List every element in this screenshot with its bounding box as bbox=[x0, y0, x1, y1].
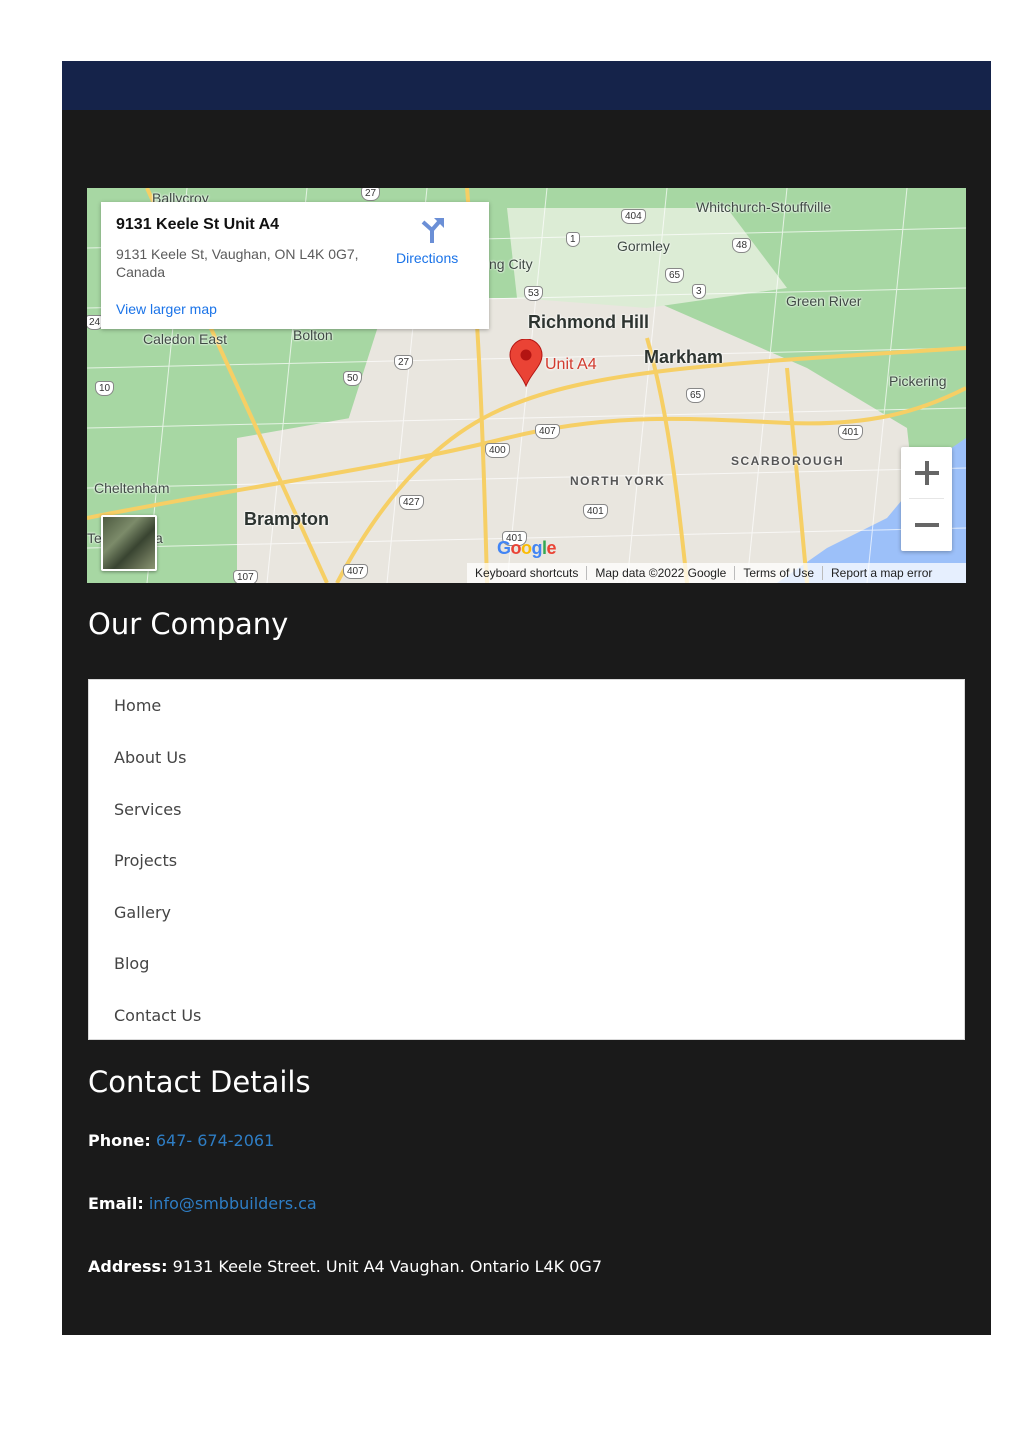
highway-shield: 50 bbox=[343, 371, 363, 386]
satellite-toggle-thumbnail[interactable] bbox=[101, 515, 157, 571]
address-value: 9131 Keele Street. Unit A4 Vaughan. Onta… bbox=[172, 1257, 602, 1276]
place-caledon-east: Caledon East bbox=[143, 331, 228, 347]
map-data-credit: Map data ©2022 Google bbox=[587, 566, 736, 580]
place-pickering: Pickering bbox=[889, 373, 947, 389]
place-gormley: Gormley bbox=[617, 238, 670, 254]
highway-shield: 27 bbox=[394, 355, 414, 370]
place-north-york: NORTH YORK bbox=[570, 474, 666, 488]
directions-icon[interactable] bbox=[418, 216, 446, 244]
nav-item-about-us[interactable]: About Us bbox=[114, 748, 186, 767]
place-king-city: ng City bbox=[489, 256, 533, 272]
google-logo: Google bbox=[497, 538, 557, 558]
place-te: Te bbox=[87, 530, 102, 546]
highway-shield: 401 bbox=[583, 504, 608, 519]
email-detail: Email: info@smbbuilders.ca bbox=[88, 1194, 317, 1213]
address-label: Address: bbox=[88, 1257, 168, 1276]
map-marker-label: Unit A4 bbox=[545, 356, 597, 373]
phone-detail: Phone: 647- 674-2061 bbox=[88, 1131, 274, 1150]
place-brampton: Brampton bbox=[244, 509, 329, 529]
place-richmond-hill: Richmond Hill bbox=[528, 312, 649, 332]
phone-link[interactable]: 647- 674-2061 bbox=[156, 1131, 274, 1150]
highway-shield: 10 bbox=[95, 381, 115, 396]
email-label: Email: bbox=[88, 1194, 144, 1213]
view-larger-map-link[interactable]: View larger map bbox=[116, 301, 217, 317]
map-embed[interactable]: Ballycroy Whitchurch-Stouffville Gormley… bbox=[87, 188, 966, 583]
nav-item-projects[interactable]: Projects bbox=[114, 851, 177, 870]
highway-shield: 107 bbox=[233, 570, 258, 583]
company-nav-menu: Home About Us Services Projects Gallery … bbox=[88, 679, 965, 1040]
place-bolton: Bolton bbox=[293, 327, 333, 343]
nav-item-gallery[interactable]: Gallery bbox=[114, 903, 171, 922]
keyboard-shortcuts-link[interactable]: Keyboard shortcuts bbox=[467, 566, 588, 580]
phone-label: Phone: bbox=[88, 1131, 151, 1150]
map-place-address: 9131 Keele St, Vaughan, ON L4K 0G7, Cana… bbox=[116, 246, 359, 280]
terms-of-use-link[interactable]: Terms of Use bbox=[735, 566, 824, 580]
map-info-card: 9131 Keele St Unit A4 9131 Keele St, Vau… bbox=[101, 202, 489, 329]
nav-item-contact-us[interactable]: Contact Us bbox=[114, 1006, 201, 1025]
zoom-controls bbox=[901, 447, 952, 551]
nav-item-blog[interactable]: Blog bbox=[114, 954, 149, 973]
contact-details-heading: Contact Details bbox=[88, 1065, 311, 1099]
highway-shield: 65 bbox=[686, 388, 706, 403]
highway-shield: 48 bbox=[732, 238, 752, 253]
map-attribution-bar: Keyboard shortcuts Map data ©2022 Google… bbox=[467, 563, 966, 583]
highway-shield: 400 bbox=[485, 443, 510, 458]
email-link[interactable]: info@smbbuilders.ca bbox=[149, 1194, 317, 1213]
our-company-heading: Our Company bbox=[88, 607, 289, 641]
highway-shield: 407 bbox=[535, 424, 560, 439]
place-scarborough: SCARBOROUGH bbox=[731, 454, 845, 468]
zoom-out-button[interactable] bbox=[901, 499, 952, 551]
footer-section: Ballycroy Whitchurch-Stouffville Gormley… bbox=[62, 61, 991, 1335]
map-place-title: 9131 Keele St Unit A4 bbox=[116, 216, 280, 233]
highway-shield: 407 bbox=[343, 564, 368, 579]
place-cheltenham: Cheltenham bbox=[94, 480, 170, 496]
highway-shield: 53 bbox=[524, 286, 544, 301]
place-markham: Markham bbox=[644, 347, 724, 367]
place-whitchurch: Whitchurch-Stouffville bbox=[696, 199, 832, 215]
top-bar bbox=[62, 61, 991, 110]
zoom-in-button[interactable] bbox=[901, 447, 952, 499]
nav-item-services[interactable]: Services bbox=[114, 800, 181, 819]
highway-shield: 1 bbox=[566, 232, 580, 247]
highway-shield: 404 bbox=[621, 209, 646, 224]
directions-link[interactable]: Directions bbox=[396, 250, 458, 266]
highway-shield: 427 bbox=[399, 495, 424, 510]
report-map-error-link[interactable]: Report a map error bbox=[823, 566, 940, 580]
address-detail: Address: 9131 Keele Street. Unit A4 Vaug… bbox=[88, 1257, 602, 1276]
map-marker-icon[interactable] bbox=[509, 339, 543, 387]
highway-shield: 3 bbox=[692, 284, 706, 299]
place-green-river: Green River bbox=[786, 293, 862, 309]
nav-item-home[interactable]: Home bbox=[114, 696, 161, 715]
highway-shield: 65 bbox=[665, 268, 685, 283]
highway-shield: 401 bbox=[838, 425, 863, 440]
